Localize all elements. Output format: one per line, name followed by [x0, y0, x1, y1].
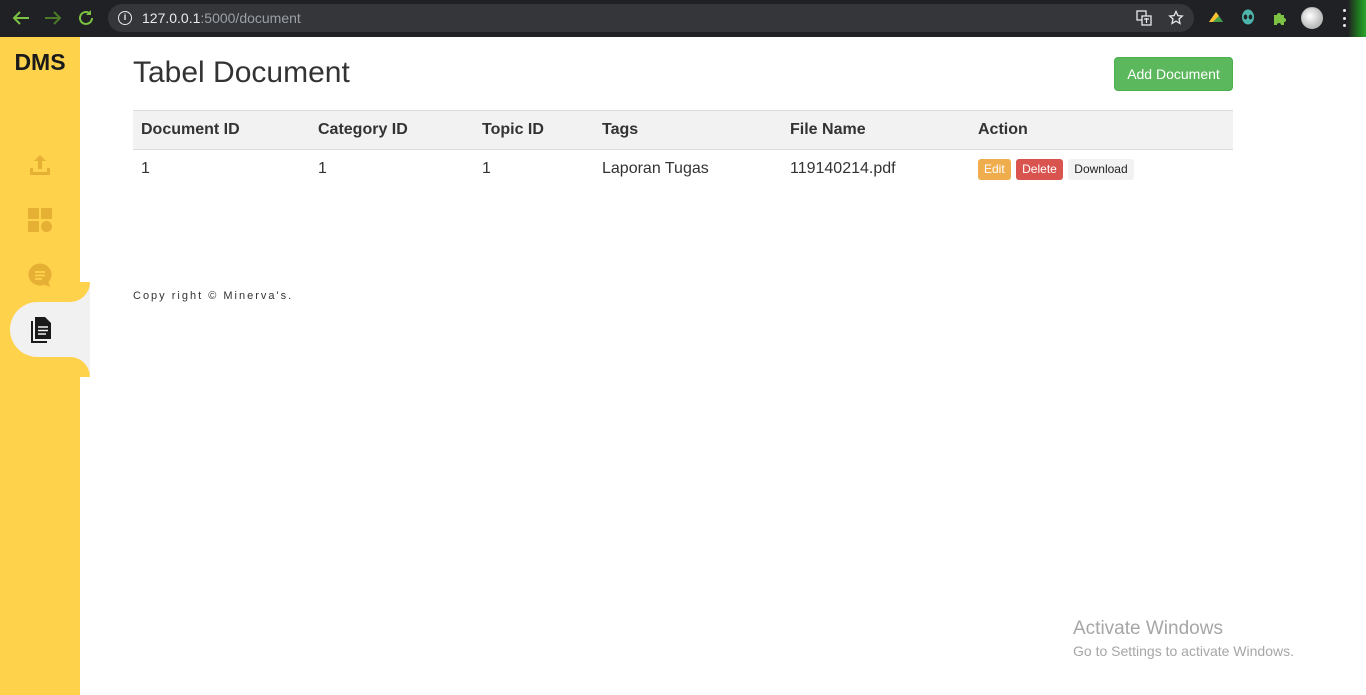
reload-icon [79, 10, 93, 25]
table-row: 1 1 1 Laporan Tugas 119140214.pdf Edit D… [133, 150, 1233, 189]
sidebar-item-upload[interactable] [0, 145, 80, 185]
header-file-name: File Name [790, 121, 866, 138]
translate-icon [1136, 10, 1152, 26]
profile-avatar[interactable] [1301, 7, 1323, 29]
header-topic-id: Topic ID [482, 121, 544, 138]
cell-actions: Edit Delete Download [970, 150, 1233, 189]
address-bar[interactable]: i 127.0.0.1:5000/document [108, 4, 1194, 32]
chat-icon [28, 263, 52, 287]
download-button[interactable]: Download [1068, 158, 1134, 180]
brand-logo: DMS [14, 49, 66, 75]
extension-button-2[interactable] [1238, 8, 1258, 28]
active-curve-bottom [60, 357, 90, 377]
forward-button[interactable] [41, 7, 65, 29]
document-table: Document ID Category ID Topic ID Tags Fi… [133, 110, 1233, 189]
sidebar-item-dashboard[interactable] [0, 200, 80, 240]
star-icon [1168, 10, 1184, 25]
footer-copyright: Copy right © Minerva's. [133, 290, 294, 302]
document-icon [31, 316, 51, 343]
cell-document-id: 1 [141, 160, 150, 178]
table-header-row: Document ID Category ID Topic ID Tags Fi… [133, 110, 1233, 150]
edit-button[interactable]: Edit [978, 158, 1011, 180]
reload-button[interactable] [74, 7, 98, 29]
header-category-id: Category ID [318, 121, 408, 138]
url-host: 127.0.0.1 [142, 10, 201, 26]
cell-topic-id: 1 [482, 160, 491, 178]
cell-file-name: 119140214.pdf [790, 160, 896, 178]
extensions-button[interactable] [1270, 8, 1290, 28]
back-button[interactable] [9, 7, 33, 29]
window-edge-glow [1348, 0, 1366, 37]
puzzle-icon [1274, 13, 1286, 25]
drive-extension-icon [1209, 12, 1223, 22]
cell-tags: Laporan Tugas [602, 160, 709, 178]
url-path: :5000/document [200, 10, 301, 26]
url-text: 127.0.0.1:5000/document [142, 10, 301, 26]
upload-icon [30, 155, 50, 175]
cell-category-id: 1 [318, 160, 327, 178]
arrow-right-icon [45, 11, 62, 25]
extension-button-1[interactable] [1206, 8, 1226, 28]
windows-activation-subtitle: Go to Settings to activate Windows. [1073, 643, 1294, 659]
delete-button[interactable]: Delete [1016, 158, 1063, 180]
active-curve-top [60, 282, 90, 302]
page-title: Tabel Document [133, 56, 350, 89]
header-document-id: Document ID [141, 121, 240, 138]
info-icon[interactable]: i [118, 11, 132, 25]
bookmark-button[interactable] [1167, 9, 1185, 27]
translate-button[interactable] [1135, 9, 1153, 27]
alien-extension-icon [1242, 9, 1254, 25]
windows-activation-title: Activate Windows [1073, 618, 1223, 639]
arrow-left-icon [12, 11, 29, 25]
add-document-button[interactable]: Add Document [1114, 57, 1233, 91]
header-action: Action [978, 121, 1028, 138]
sidebar: DMS [0, 37, 90, 695]
dashboard-icon [28, 208, 52, 232]
header-tags: Tags [602, 121, 639, 138]
sidebar-item-document[interactable] [10, 302, 90, 357]
browser-toolbar: i 127.0.0.1:5000/document [0, 0, 1366, 37]
